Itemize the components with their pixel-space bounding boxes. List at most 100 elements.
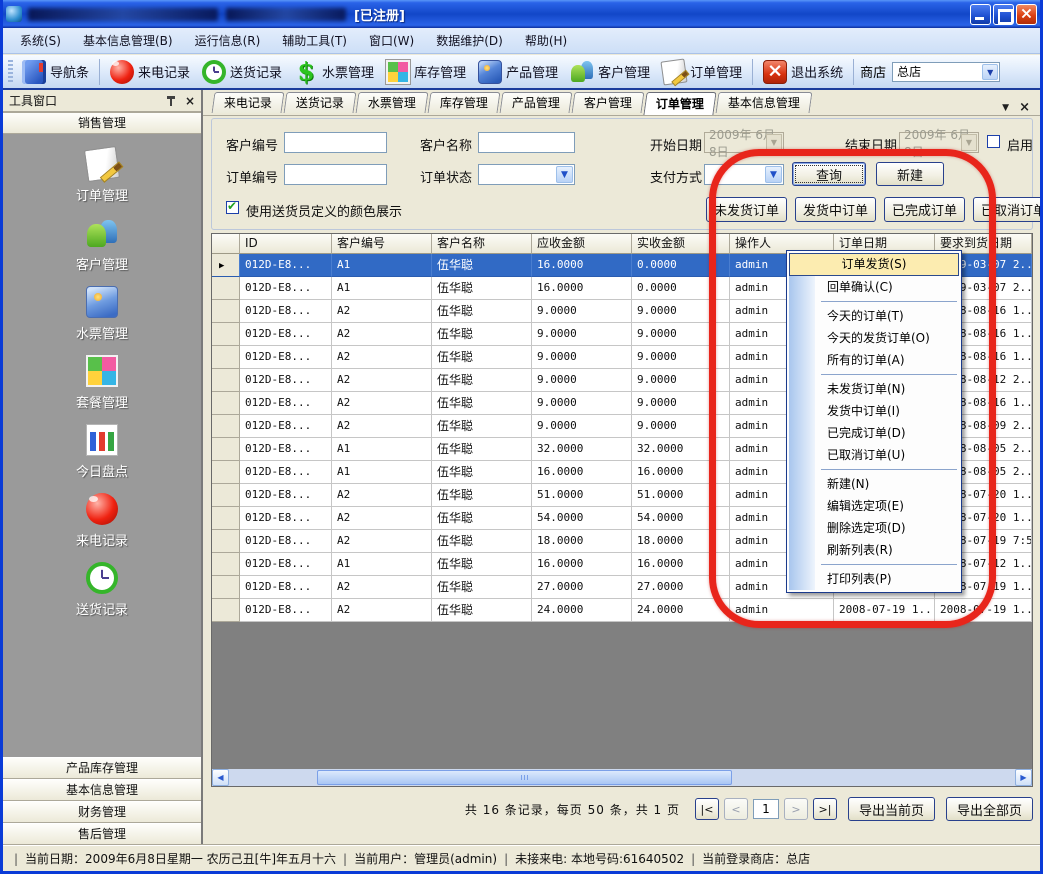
row-selector-cell[interactable] [212, 323, 240, 346]
toolbar-button[interactable] [99, 59, 100, 85]
customer-name-input[interactable] [478, 132, 575, 153]
sidebar-group[interactable]: 基本信息管理 [3, 779, 201, 801]
toolbar-button[interactable]: 水票管理 [288, 57, 380, 87]
scroll-right-icon[interactable]: ▶ [1015, 769, 1032, 786]
toolbar-button[interactable]: 订单管理 [656, 57, 748, 87]
order-status-select[interactable]: ▼ [478, 164, 575, 185]
first-page-button[interactable]: |< [695, 798, 719, 820]
row-selector-cell[interactable] [212, 392, 240, 415]
sidebar-item[interactable]: 套餐管理 [3, 355, 201, 411]
menu-item[interactable]: 数据维护(D) [425, 28, 514, 53]
context-menu-item[interactable]: 未发货订单(N) [789, 378, 959, 400]
color-display-checkbox[interactable] [226, 201, 239, 214]
new-button[interactable]: 新建 [876, 162, 944, 186]
pay-method-select[interactable]: ▼ [704, 164, 784, 185]
toolbar-button[interactable]: 客户管理 [564, 57, 656, 87]
tab[interactable]: 水票管理 [356, 92, 429, 113]
sidebar-group[interactable]: 产品库存管理 [3, 757, 201, 779]
sidebar-item[interactable]: 来电记录 [3, 493, 201, 549]
sidebar-group[interactable]: 财务管理 [3, 801, 201, 823]
toolbar-button[interactable]: 退出系统 [757, 57, 849, 87]
sidebar-item[interactable]: 今日盘点 [3, 424, 201, 480]
row-selector-cell[interactable] [212, 461, 240, 484]
tab[interactable]: 产品管理 [500, 92, 573, 113]
export-all-pages-button[interactable]: 导出全部页 [946, 797, 1033, 821]
chevron-down-icon[interactable]: ▼ [766, 134, 782, 151]
toolbar-button[interactable] [853, 59, 854, 85]
tab[interactable]: 订单管理 [643, 92, 716, 115]
row-selector-cell[interactable] [212, 369, 240, 392]
menu-item[interactable]: 辅助工具(T) [271, 28, 358, 53]
context-menu-item[interactable]: 回单确认(C) [789, 276, 959, 298]
chevron-down-icon[interactable]: ▼ [961, 134, 977, 151]
header-received[interactable]: 实收金额 [632, 234, 730, 254]
export-current-page-button[interactable]: 导出当前页 [848, 797, 935, 821]
context-menu-item[interactable]: 新建(N) [789, 473, 959, 495]
chevron-down-icon[interactable]: ▼ [556, 166, 573, 183]
end-date-picker[interactable]: 2009年 6月 8日 ▼ [899, 132, 979, 153]
context-menu-item[interactable]: 已完成订单(D) [789, 422, 959, 444]
table-row[interactable]: 012D-E8... A2 伍华聪 24.0000 24.0000 admin … [212, 599, 1032, 622]
sidebar-item[interactable]: 订单管理 [3, 148, 201, 204]
context-menu-item[interactable]: 发货中订单(I) [789, 400, 959, 422]
header-customer-no[interactable]: 客户编号 [332, 234, 432, 254]
chevron-down-icon[interactable]: ▼ [765, 166, 782, 183]
row-selector-cell[interactable] [212, 576, 240, 599]
row-selector-cell[interactable] [212, 553, 240, 576]
tab-close-icon[interactable]: × [1019, 100, 1030, 115]
tab[interactable]: 送货记录 [284, 92, 357, 113]
order-status-filter-button[interactable]: 发货中订单 [795, 197, 876, 222]
sidebar-group-sales[interactable]: 销售管理 [3, 112, 201, 134]
header-customer-name[interactable]: 客户名称 [432, 234, 532, 254]
sidebar-item[interactable]: 客户管理 [3, 217, 201, 273]
context-menu-item[interactable]: 今天的订单(T) [789, 305, 959, 327]
toolbar-button[interactable]: 导航条 [16, 57, 95, 87]
customer-no-input[interactable] [284, 132, 387, 153]
menu-item[interactable]: 运行信息(R) [184, 28, 272, 53]
row-selector-cell[interactable] [212, 415, 240, 438]
row-selector-cell[interactable] [212, 530, 240, 553]
chevron-down-icon[interactable]: ▼ [982, 64, 998, 80]
tab[interactable]: 库存管理 [428, 92, 501, 113]
menu-item[interactable]: 帮助(H) [514, 28, 578, 53]
context-menu-item[interactable]: 订单发货(S) [789, 253, 959, 276]
enable-checkbox[interactable] [987, 135, 1000, 148]
header-receivable[interactable]: 应收金额 [532, 234, 632, 254]
tab[interactable]: 来电记录 [212, 92, 285, 113]
query-button[interactable]: 查询 [792, 162, 866, 186]
context-menu-item[interactable] [821, 469, 957, 470]
context-menu-item[interactable]: 已取消订单(U) [789, 444, 959, 466]
toolbar-button[interactable]: 库存管理 [380, 57, 472, 87]
order-status-filter-button[interactable]: 未发货订单 [706, 197, 787, 222]
row-selector-cell[interactable] [212, 300, 240, 323]
tab-list-dropdown-icon[interactable]: ▼ [1002, 103, 1009, 113]
tab[interactable]: 客户管理 [572, 92, 645, 113]
context-menu-item[interactable] [821, 564, 957, 565]
order-status-filter-button[interactable]: 已完成订单 [884, 197, 965, 222]
page-number-input[interactable] [753, 799, 779, 819]
row-selector-cell[interactable] [212, 599, 240, 622]
context-menu-item[interactable]: 刷新列表(R) [789, 539, 959, 561]
sidebar-group[interactable]: 售后管理 [3, 823, 201, 845]
scroll-left-icon[interactable]: ◀ [212, 769, 229, 786]
sidebar-item[interactable]: 水票管理 [3, 286, 201, 342]
toolbar-button[interactable]: 送货记录 [196, 57, 288, 87]
start-date-picker[interactable]: 2009年 6月 8日 ▼ [704, 132, 784, 153]
order-no-input[interactable] [284, 164, 387, 185]
context-menu-item[interactable] [821, 374, 957, 375]
header-id[interactable]: ID [240, 234, 332, 254]
next-page-button[interactable]: > [784, 798, 808, 820]
context-menu-item[interactable]: 打印列表(P) [789, 568, 959, 590]
row-selector-cell[interactable] [212, 484, 240, 507]
toolbar-button[interactable]: 来电记录 [104, 57, 196, 87]
shop-combobox[interactable]: 总店 ▼ [892, 62, 1000, 82]
row-selector-cell[interactable] [212, 438, 240, 461]
context-menu-item[interactable] [821, 301, 957, 302]
context-menu-item[interactable]: 编辑选定项(E) [789, 495, 959, 517]
toolbar-button[interactable] [752, 59, 753, 85]
row-selector-cell[interactable] [212, 507, 240, 530]
context-menu-item[interactable]: 所有的订单(A) [789, 349, 959, 371]
scrollbar-thumb[interactable] [317, 770, 732, 785]
toolbar-button[interactable]: 产品管理 [472, 57, 564, 87]
context-menu-item[interactable]: 今天的发货订单(O) [789, 327, 959, 349]
